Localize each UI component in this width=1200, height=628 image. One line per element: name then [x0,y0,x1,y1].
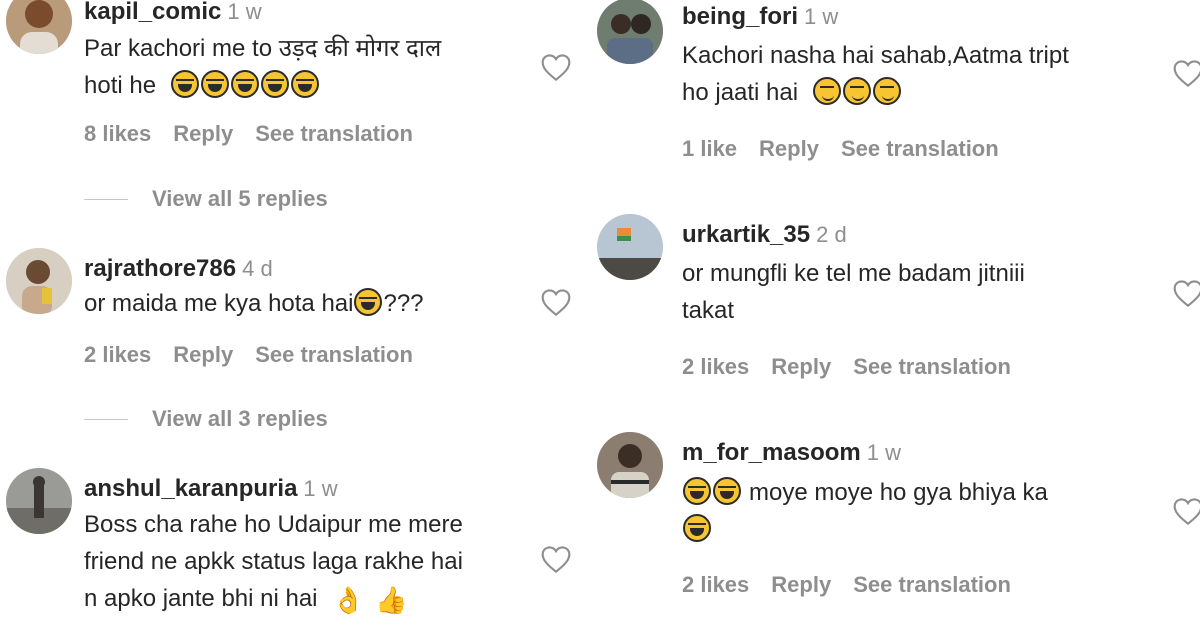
heart-icon[interactable] [1172,496,1200,526]
likes-count[interactable]: 2 likes [682,354,749,379]
laugh-emoji-icon [230,70,259,98]
view-replies-button[interactable]: View all 3 replies [84,406,328,432]
reply-button[interactable]: Reply [771,572,831,597]
comment-text: or maida me kya hota hai??? [84,288,424,317]
likes-count[interactable]: 2 likes [84,342,151,367]
comment-age: 4 d [242,256,273,281]
laugh-emoji-icon [170,70,199,98]
comment-age: 1 w [866,440,901,465]
laugh-emoji-icon [200,70,229,98]
likes-count[interactable]: 8 likes [84,121,151,146]
yum-emoji-icon [872,77,901,105]
laugh-emoji-icon [260,70,289,98]
avatar[interactable] [6,248,72,314]
yum-emoji-icon [842,77,871,105]
username[interactable]: being_fori [682,3,798,30]
laugh-emoji-icon [683,514,711,542]
comment-age: 1 w [303,476,338,501]
laugh-emoji-icon [713,477,741,505]
heart-icon[interactable] [1172,278,1200,308]
username[interactable]: urkartik_35 [682,221,810,248]
avatar[interactable] [597,0,663,64]
reply-button[interactable]: Reply [173,342,233,367]
laugh-emoji-icon [290,70,319,98]
divider-line [84,198,128,200]
avatar[interactable] [597,214,663,280]
heart-icon[interactable] [1172,58,1200,88]
avatar[interactable] [597,432,663,498]
heart-icon[interactable] [540,52,572,82]
heart-icon[interactable] [540,544,572,574]
comment-text: Par kachori me to उड़द की मोगर दाल hoti … [84,35,442,99]
reply-button[interactable]: Reply [759,136,819,161]
likes-count[interactable]: 2 likes [682,572,749,597]
divider-line [84,418,128,420]
see-translation-button[interactable]: See translation [853,572,1011,597]
comment-age: 1 w [227,0,262,24]
username[interactable]: anshul_karanpuria [84,475,297,502]
yum-emoji-icon [812,77,841,105]
see-translation-button[interactable]: See translation [853,354,1011,379]
comment-age: 1 w [804,4,839,29]
thumbs-up-emoji-icon: 👍 [375,585,408,615]
view-replies-button[interactable]: View all 5 replies [84,186,328,212]
see-translation-button[interactable]: See translation [841,136,999,161]
heart-icon[interactable] [540,287,572,317]
avatar[interactable] [6,468,72,534]
see-translation-button[interactable]: See translation [255,342,413,367]
see-translation-button[interactable]: See translation [255,121,413,146]
reply-button[interactable]: Reply [173,121,233,146]
username[interactable]: rajrathore786 [84,255,236,282]
comment-text: Kachori nasha hai sahab,Aatma tript ho j… [682,42,1069,106]
username[interactable]: kapil_comic [84,0,221,25]
laugh-emoji-icon [683,477,711,505]
comment-age: 2 d [816,222,847,247]
ok-hand-emoji-icon: 👌 [332,585,365,615]
username[interactable]: m_for_masoom [682,439,861,466]
comment-text: moye moye ho gya bhiya ka [682,474,1162,548]
comment-text: Boss cha rahe ho Udaipur me mere friend … [84,506,534,619]
likes-count[interactable]: 1 like [682,136,737,161]
avatar[interactable] [6,0,72,54]
reply-button[interactable]: Reply [771,354,831,379]
comment-text: or mungfli ke tel me badam jitniii takat [682,260,1025,324]
laugh-emoji-icon [354,288,383,316]
